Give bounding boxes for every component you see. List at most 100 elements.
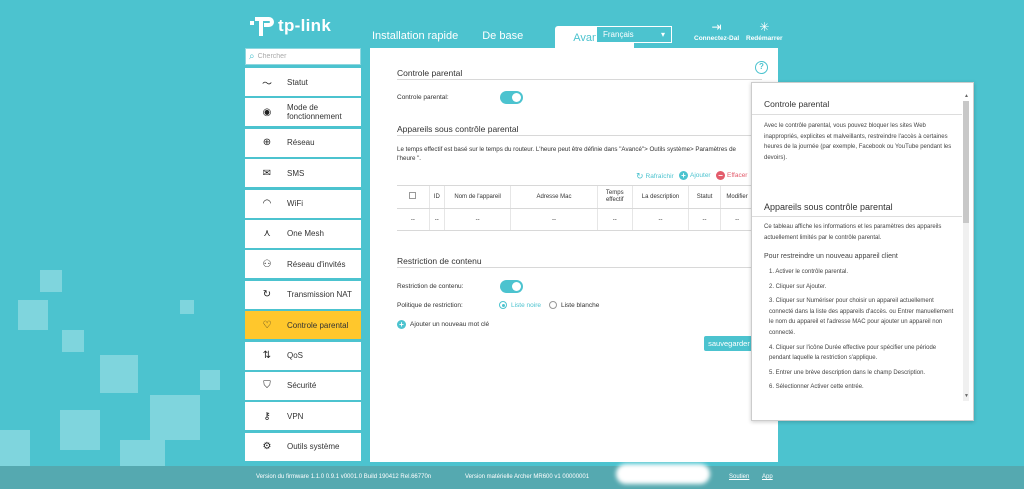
sidebar-item-vpn[interactable]: ⚷ VPN [245,402,361,431]
help-icon[interactable]: ? [755,61,768,74]
background-decoration [60,410,100,450]
select-all-checkbox[interactable] [397,185,430,209]
tp-link-logo-icon [246,12,274,40]
help-subtitle: Pour restreindre un nouveau appareil cli… [764,253,898,260]
background-decoration [200,370,220,390]
sidebar-item-qos[interactable]: ⇅ QoS [245,341,361,370]
logout-button[interactable]: ⇥ Connectez-Dal [694,20,739,42]
sidebar-item-label: One Mesh [287,229,324,239]
refresh-button[interactable]: ↻ Rafraîchir [636,171,674,182]
sidebar-item-status[interactable]: 〜 Statut [245,68,361,96]
reboot-icon: ✳ [759,20,770,34]
sidebar-item-label: VPN [287,411,304,421]
toggle-icon: ◉ [262,106,272,118]
table-cell: -- [687,208,721,231]
reboot-button[interactable]: ✳ Redémarrer [746,20,783,42]
mesh-icon: ⋏ [263,228,271,240]
column-header: Temps effectif [596,185,633,209]
help-step: 3. Cliquer sur Numériser pour choisir un… [769,298,954,336]
help-panel: Controle parental Avec le contrôle paren… [751,82,974,421]
divider [752,114,962,115]
whitelist-radio[interactable]: Liste blanche [549,301,599,309]
save-button[interactable]: sauvegarder [704,336,754,351]
radio-indicator [499,301,507,309]
content-toggle-label: Restriction de contenu: [397,283,464,290]
plus-icon: + [679,171,688,180]
tab-basic[interactable]: De base [470,26,535,48]
sidebar-item-operation-mode[interactable]: ◉ Mode de fonctionnement [245,98,361,127]
section-title-content: Restriction de contenu [397,256,482,266]
add-label: Ajouter [690,172,711,179]
sidebar-item-label: Transmission NAT [287,290,352,300]
table-cell: -- [632,208,689,231]
sidebar-item-label: Outils système [287,442,340,452]
brand-logo: tp-link [246,12,331,40]
wifi-icon: ◠ [262,198,272,210]
sidebar-search: ⌕ [245,48,361,65]
sidebar-item-network[interactable]: ⊕ Réseau [245,128,361,157]
table-cell: -- [596,208,633,231]
search-input[interactable] [257,53,354,60]
sidebar-item-one-mesh[interactable]: ⋏ One Mesh [245,219,361,248]
table-row: -- -- -- -- -- -- -- -- [397,208,753,231]
tab-quick-setup[interactable]: Installation rapide [360,26,470,48]
support-link[interactable]: Soutien [729,474,749,480]
sidebar-item-label: SMS [287,168,305,178]
logout-label: Connectez-Dal [694,35,740,42]
add-device-button[interactable]: + Ajouter [679,171,711,180]
minus-icon: − [716,171,725,180]
main-panel: Controle parental Controle parental: App… [370,48,778,462]
sidebar-item-label: Statut [287,77,308,87]
column-header: Statut [687,185,721,209]
devices-table: ID Nom de l'appareil Adresse Mac Temps e… [397,185,753,231]
column-header: La description [632,185,689,209]
background-decoration [100,355,138,393]
sidebar-item-label: Sécurité [287,381,317,391]
add-keyword-button[interactable]: + Ajouter un nouveau mot clé [397,320,489,329]
sidebar-item-sms[interactable]: ✉ SMS [245,159,361,188]
shield-icon: ⛉ [263,380,271,392]
blacklist-radio[interactable]: Liste noire [499,301,541,309]
background-decoration [62,330,84,352]
sidebar-item-security[interactable]: ⛉ Sécurité [245,371,361,400]
divider [752,216,962,217]
scroll-down-icon[interactable]: ▼ [964,393,969,399]
sidebar-item-parental-control[interactable]: ♡ Controle parental [245,311,361,340]
column-header: Adresse Mac [510,185,598,209]
key-icon: ⚷ [263,410,271,422]
sidebar-menu: 〜 Statut ◉ Mode de fonctionnement ⊕ Réseau … [245,68,361,463]
column-header: ID [428,185,445,209]
scroll-up-icon[interactable]: ▲ [964,93,969,99]
divider [397,135,762,136]
parental-toggle[interactable] [500,91,523,104]
delete-button[interactable]: − Effacer [716,171,747,180]
plus-icon: + [397,320,406,329]
sidebar-item-label: Controle parental [287,320,349,330]
help-step: 4. Cliquer sur l'icône Durée effective p… [769,344,937,362]
sidebar-item-guest-network[interactable]: ⚇ Réseau d'invités [245,250,361,279]
app-link[interactable]: App [762,474,773,480]
refresh-label: Rafraîchir [645,173,674,180]
sidebar-item-system-tools[interactable]: ⚙ Outils système [245,432,361,461]
scrollbar-thumb[interactable] [963,101,969,223]
content-toggle[interactable] [500,280,523,293]
parental-toggle-label: Controle parental: [397,94,449,101]
divider [397,267,762,268]
redacted-area [616,464,710,484]
language-select[interactable]: Français ▾ [596,26,672,43]
help-step: 2. Cliquer sur Ajouter. [769,283,827,290]
heart-icon: ♡ [262,319,272,331]
add-keyword-label: Ajouter un nouveau mot clé [410,321,490,328]
help-scrollbar[interactable] [963,101,969,401]
background-decoration [120,440,165,466]
help-title: Appareils sous contrôle parental [764,202,893,212]
sidebar-item-nat[interactable]: ↻ Transmission NAT [245,280,361,309]
policy-label: Politique de restriction: [397,302,463,309]
table-cell: -- [428,208,445,231]
hardware-version: Version matérielle Archer MR600 v1 00000… [465,474,590,480]
pulse-icon: 〜 [262,78,272,90]
table-cell: -- [720,208,753,231]
sidebar-item-wifi[interactable]: ◠ WiFi [245,189,361,218]
whitelist-label: Liste blanche [561,301,600,309]
blacklist-label: Liste noire [511,301,541,309]
